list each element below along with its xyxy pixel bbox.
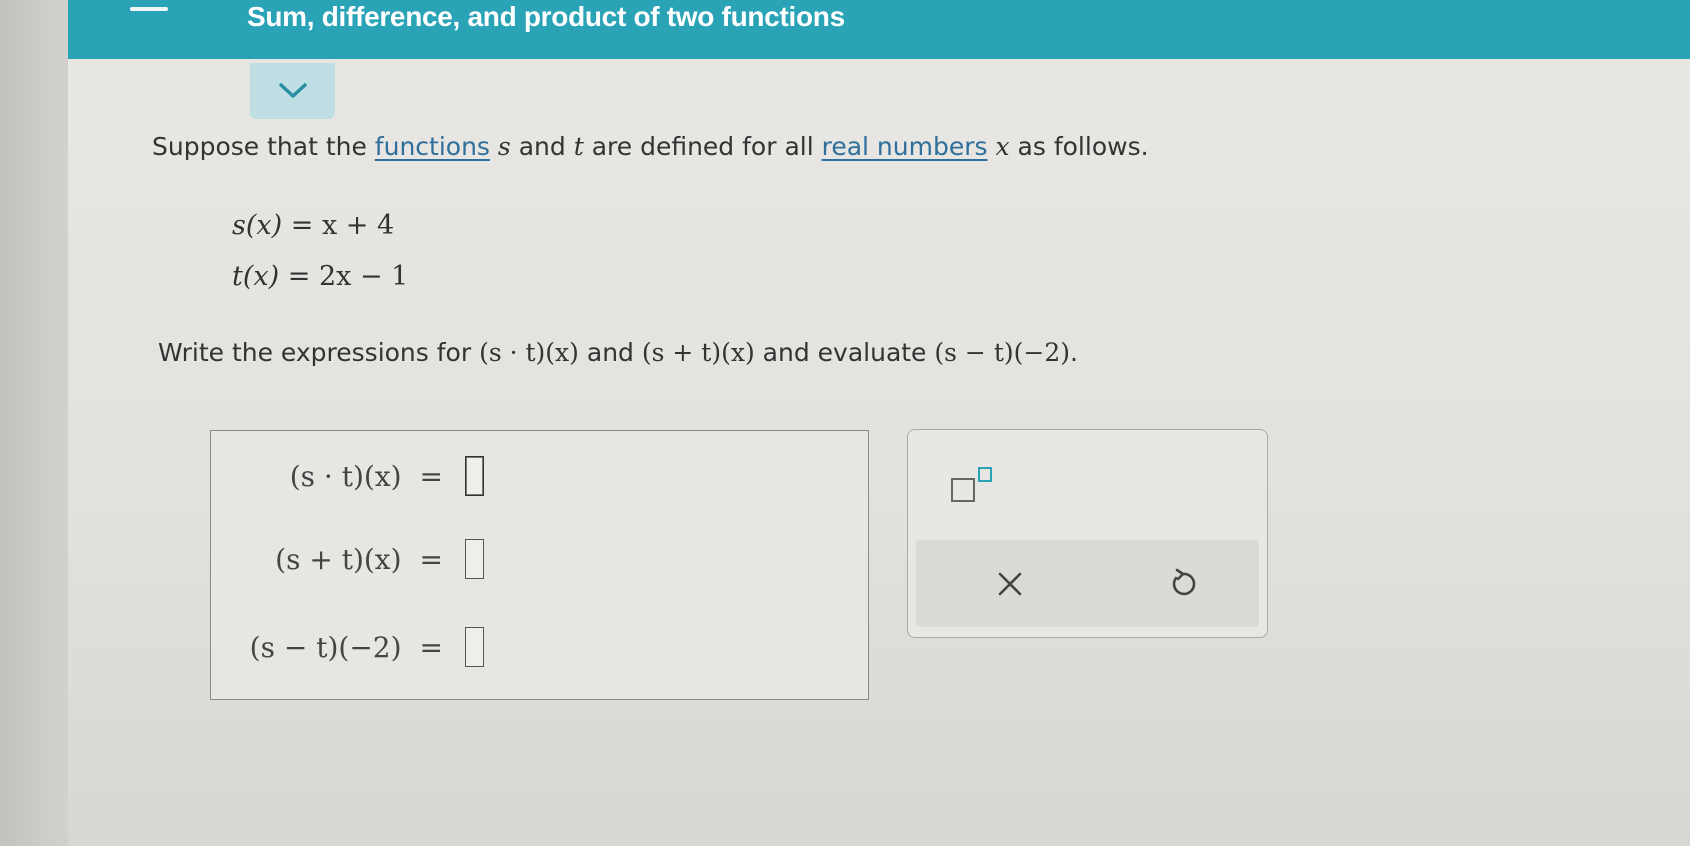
answer-label: (s · t)(x) bbox=[289, 459, 402, 493]
close-icon bbox=[998, 572, 1022, 596]
answer-row-product: (s · t)(x) = bbox=[290, 456, 484, 496]
answer-label: (s − t)(−2) bbox=[249, 630, 402, 664]
expr-product: (s · t)(x) bbox=[479, 338, 579, 367]
action-bar bbox=[916, 540, 1259, 627]
left-gutter bbox=[0, 0, 68, 846]
definition-t: t(x) = 2x − 1 bbox=[232, 261, 408, 292]
answer-input-sum[interactable] bbox=[465, 539, 484, 579]
undo-icon bbox=[1172, 568, 1196, 596]
exponent-button[interactable] bbox=[950, 465, 998, 505]
prompt-text: Suppose that the bbox=[152, 132, 367, 161]
definition-lhs: t(x) bbox=[232, 261, 280, 292]
menu-icon[interactable] bbox=[130, 7, 168, 11]
collapse-toggle-button[interactable] bbox=[250, 63, 335, 119]
functions-link[interactable]: functions bbox=[375, 132, 490, 161]
instruction-start: Write the expressions for bbox=[158, 338, 472, 367]
math-toolbox bbox=[907, 429, 1268, 638]
clear-button[interactable] bbox=[992, 566, 1028, 602]
definition-lhs: s(x) bbox=[232, 210, 283, 241]
answer-row-sum: (s + t)(x) = bbox=[275, 539, 484, 579]
answer-row-difference: (s − t)(−2) = bbox=[250, 627, 484, 667]
var-x: x bbox=[995, 132, 1010, 161]
definition-rhs: = x + 4 bbox=[290, 210, 395, 241]
real-numbers-link[interactable]: real numbers bbox=[822, 132, 988, 161]
question-prompt: Suppose that the functions s and t are d… bbox=[152, 132, 1149, 161]
instruction-mid: and evaluate bbox=[762, 338, 927, 367]
expr-sum: (s + t)(x) bbox=[641, 338, 755, 367]
equals-sign: = bbox=[419, 630, 443, 664]
equals-sign: = bbox=[419, 459, 443, 493]
answer-input-product[interactable] bbox=[465, 456, 484, 496]
definition-rhs: = 2x − 1 bbox=[287, 261, 409, 292]
prompt-and: and bbox=[518, 132, 566, 161]
page-title: Sum, difference, and product of two func… bbox=[247, 1, 845, 32]
var-t: t bbox=[573, 132, 584, 161]
answer-label: (s + t)(x) bbox=[275, 542, 402, 576]
answer-panel: (s · t)(x) = (s + t)(x) = (s − t)(−2) = bbox=[210, 430, 869, 700]
instruction-and: and bbox=[586, 338, 634, 367]
expr-difference: (s − t)(−2) bbox=[934, 338, 1070, 367]
page-background bbox=[68, 0, 1690, 846]
instruction-text: Write the expressions for (s · t)(x) and… bbox=[158, 338, 1078, 367]
prompt-after: as follows. bbox=[1017, 132, 1149, 161]
chevron-down-icon bbox=[278, 83, 307, 98]
equals-sign: = bbox=[419, 542, 443, 576]
undo-button[interactable] bbox=[1165, 566, 1201, 602]
prompt-middle: are defined for all bbox=[591, 132, 814, 161]
var-s: s bbox=[497, 132, 511, 161]
superscript-template-icon bbox=[951, 467, 992, 502]
definition-s: s(x) = x + 4 bbox=[232, 210, 394, 241]
answer-input-difference[interactable] bbox=[465, 627, 484, 667]
instruction-period: . bbox=[1070, 338, 1078, 367]
